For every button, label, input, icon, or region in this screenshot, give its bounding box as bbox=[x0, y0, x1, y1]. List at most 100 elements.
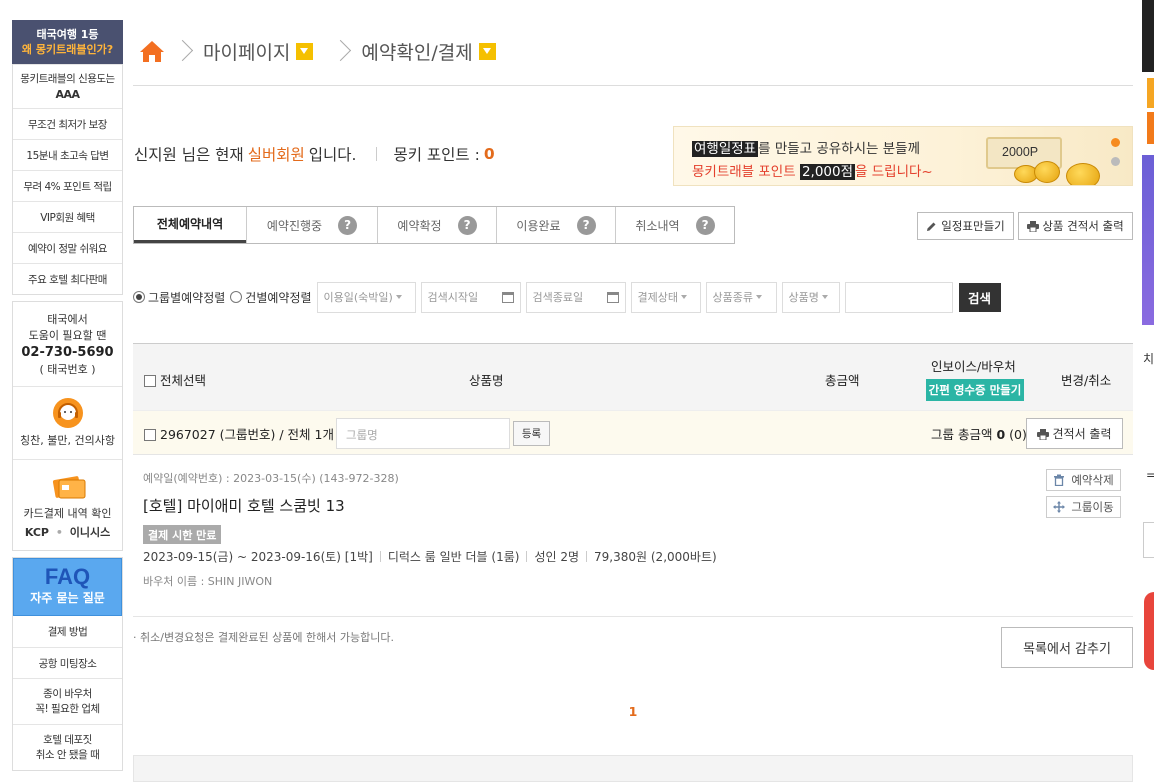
room-type: 디럭스 룸 일반 더블 (1룸) bbox=[387, 550, 520, 564]
select-value: 이용일(숙박일) bbox=[323, 291, 393, 304]
faq-item-airport[interactable]: 공항 미팅장소 bbox=[13, 647, 122, 678]
banner-text: 를 만들고 공유하시는 분들께 bbox=[758, 141, 921, 157]
caret-down-icon bbox=[681, 295, 688, 299]
group-name-input[interactable]: 그룹명 bbox=[336, 418, 510, 449]
button-label: 견적서 출력 bbox=[1052, 427, 1112, 441]
select-value: 결제상태 bbox=[637, 291, 679, 304]
edge-panel bbox=[1147, 78, 1154, 108]
receipt-button[interactable]: 간편 영수증 만들기 bbox=[926, 379, 1024, 401]
tab-label: 예약확정 bbox=[397, 218, 442, 233]
contact-phone[interactable]: 02-730-5690 bbox=[13, 344, 122, 362]
member-suffix: 입니다. bbox=[308, 146, 357, 164]
payment-status-select[interactable]: 결제상태 bbox=[630, 281, 701, 313]
group-row: 2967027 (그룹번호) / 전체 1개 / 그룹명 등록 그룹 총금액 0… bbox=[133, 410, 1133, 455]
tab-cancelled[interactable]: 취소내역? bbox=[615, 207, 734, 243]
faq-item-paper-voucher[interactable]: 종이 바우처 꼭! 필요한 업체 bbox=[13, 678, 122, 724]
quote-print-button[interactable]: 상품 견적서 출력 bbox=[1018, 212, 1133, 240]
group-id: 2967027 (그룹번호) / 전체 1개 / bbox=[144, 424, 342, 443]
sidebar-item-credit[interactable]: 몽키트래블의 신용도는 AAA bbox=[13, 64, 122, 108]
tab-in-progress[interactable]: 예약진행중? bbox=[246, 207, 377, 243]
reservation-details: 2023-09-15(금) ~ 2023-09-16(토) [1박] 디럭스 룸 … bbox=[143, 548, 717, 565]
contact-line1: 태국에서 bbox=[47, 313, 88, 326]
tab-all[interactable]: 전체예약내역 bbox=[134, 207, 246, 243]
faq-item-line1: 종이 바우처 bbox=[43, 687, 92, 700]
table-header: 전체선택 상품명 총금액 인보이스/바우처 간편 영수증 만들기 변경/취소 bbox=[133, 343, 1133, 410]
group-id-text: 2967027 (그룹번호) / 전체 1개 / bbox=[160, 427, 343, 442]
footer-panel bbox=[133, 755, 1133, 782]
sidebar-item-vip[interactable]: VIP회원 혜택 bbox=[13, 201, 122, 232]
chevron-down-icon[interactable] bbox=[478, 42, 496, 60]
edge-text: = bbox=[1146, 468, 1154, 482]
end-date-input[interactable]: 검색종료일 bbox=[525, 281, 626, 313]
start-date-input[interactable]: 검색시작일 bbox=[420, 281, 521, 313]
banner-dot-active[interactable] bbox=[1111, 138, 1120, 147]
faq-item-line2: 꼭! 필요한 업체 bbox=[35, 702, 100, 715]
page-1[interactable]: 1 bbox=[629, 704, 638, 719]
tab-completed[interactable]: 이용완료? bbox=[496, 207, 615, 243]
register-button[interactable]: 등록 bbox=[513, 421, 550, 446]
cancel-note: · 취소/변경요청은 결제완료된 상품에 한해서 가능합니다. bbox=[133, 631, 394, 644]
banner-highlight: 여행일정표 bbox=[692, 141, 759, 157]
member-status: 신지원 님은 현재 실버회원 입니다. 몽키 포인트 : 0 bbox=[134, 143, 495, 165]
product-name-select[interactable]: 상품명 bbox=[781, 281, 840, 313]
faq-header[interactable]: FAQ 자주 묻는 질문 bbox=[13, 558, 122, 616]
reservation-date: 예약일(예약번호) : 2023-03-15(수) (143-972-328) bbox=[143, 472, 399, 485]
hide-from-list-button[interactable]: 목록에서 감추기 bbox=[1001, 627, 1133, 668]
edge-badge[interactable] bbox=[1144, 592, 1154, 670]
faq-box: FAQ 자주 묻는 질문 결제 방법 공항 미팅장소 종이 바우처 꼭! 필요한… bbox=[12, 557, 123, 771]
chevron-down-icon[interactable] bbox=[296, 42, 314, 60]
banner-dot[interactable] bbox=[1111, 157, 1120, 166]
product-type-select[interactable]: 상품종류 bbox=[705, 281, 777, 313]
home-icon[interactable] bbox=[139, 39, 165, 63]
calendar-icon[interactable] bbox=[501, 291, 514, 303]
breadcrumb-reservation[interactable]: 예약확인/결제 bbox=[361, 38, 472, 65]
button-label: 그룹이동 bbox=[1071, 500, 1114, 514]
radio-single-label[interactable]: 건별예약정렬 bbox=[245, 289, 311, 306]
edge-banner[interactable] bbox=[1142, 155, 1154, 325]
faq-item-deposit[interactable]: 호텔 데포짓 취소 안 됐을 때 bbox=[13, 724, 122, 770]
sidebar-item-easy-booking[interactable]: 예약이 정말 쉬워요 bbox=[13, 232, 122, 263]
use-date-select[interactable]: 이용일(숙박일) bbox=[316, 281, 416, 313]
status-tabs: 전체예약내역 예약진행중? 예약확정? 이용완료? 취소내역? bbox=[133, 206, 735, 244]
group-checkbox[interactable] bbox=[144, 429, 156, 441]
sidebar-item-fast-answer[interactable]: 15분내 초고속 답변 bbox=[13, 139, 122, 170]
radio-group-sort[interactable] bbox=[133, 291, 145, 303]
tab-confirmed[interactable]: 예약확정? bbox=[377, 207, 496, 243]
feedback-link[interactable]: 칭찬, 불만, 건의사항 bbox=[13, 433, 122, 449]
header-invoice: 인보이스/바우처 bbox=[931, 359, 1016, 374]
reservation-title[interactable]: [호텔] 마이애미 호텔 스쿰빗 13 bbox=[143, 495, 345, 516]
banner-line1: 여행일정표 를 만들고 공유하시는 분들께 bbox=[692, 137, 920, 157]
select-all-checkbox[interactable] bbox=[144, 375, 156, 387]
group-total-count: (0) bbox=[1009, 427, 1027, 442]
radio-single-sort[interactable] bbox=[230, 291, 243, 303]
promo-header[interactable]: 태국여행 1등 왜 몽키트래블인가? bbox=[12, 20, 123, 64]
divider bbox=[133, 85, 1133, 86]
search-button[interactable]: 검색 bbox=[958, 282, 1001, 312]
delete-reservation-button[interactable]: 예약삭제 bbox=[1046, 469, 1121, 491]
faq-title: FAQ bbox=[44, 564, 91, 589]
faq-item-payment[interactable]: 결제 방법 bbox=[13, 616, 122, 647]
itinerary-button[interactable]: 일정표만들기 bbox=[917, 212, 1014, 240]
group-print-button[interactable]: 견적서 출력 bbox=[1026, 418, 1123, 449]
promo-banner[interactable]: 여행일정표 를 만들고 공유하시는 분들께 몽키트래블 포인트 2,000점 을 드… bbox=[673, 126, 1133, 186]
help-icon[interactable]: ? bbox=[576, 215, 596, 235]
breadcrumb-mypage[interactable]: 마이페이지 bbox=[203, 38, 290, 65]
radio-group-label[interactable]: 그룹별예약정렬 bbox=[148, 289, 225, 306]
edge-panel bbox=[1142, 0, 1154, 72]
price: 79,380원 (2,000바트) bbox=[594, 550, 717, 564]
payment-providers[interactable]: KCP • 이니시스 bbox=[13, 524, 122, 540]
sidebar-item-lowest-price[interactable]: 무조건 최저가 보장 bbox=[13, 108, 122, 139]
bullet: • bbox=[55, 526, 63, 539]
divider bbox=[586, 551, 588, 562]
select-all[interactable]: 전체선택 bbox=[144, 370, 206, 389]
help-icon[interactable]: ? bbox=[338, 215, 358, 235]
move-group-button[interactable]: 그룹이동 bbox=[1046, 496, 1121, 518]
tab-label: 이용완료 bbox=[516, 218, 561, 233]
sidebar-item-points[interactable]: 무려 4% 포인트 적립 bbox=[13, 170, 122, 201]
search-input[interactable] bbox=[844, 281, 953, 313]
help-icon[interactable]: ? bbox=[457, 215, 477, 235]
button-label: 일정표만들기 bbox=[941, 219, 1005, 233]
calendar-icon[interactable] bbox=[606, 291, 619, 303]
sidebar-item-top-hotels[interactable]: 주요 호텔 최다판매 bbox=[13, 263, 122, 294]
help-icon[interactable]: ? bbox=[695, 215, 715, 235]
